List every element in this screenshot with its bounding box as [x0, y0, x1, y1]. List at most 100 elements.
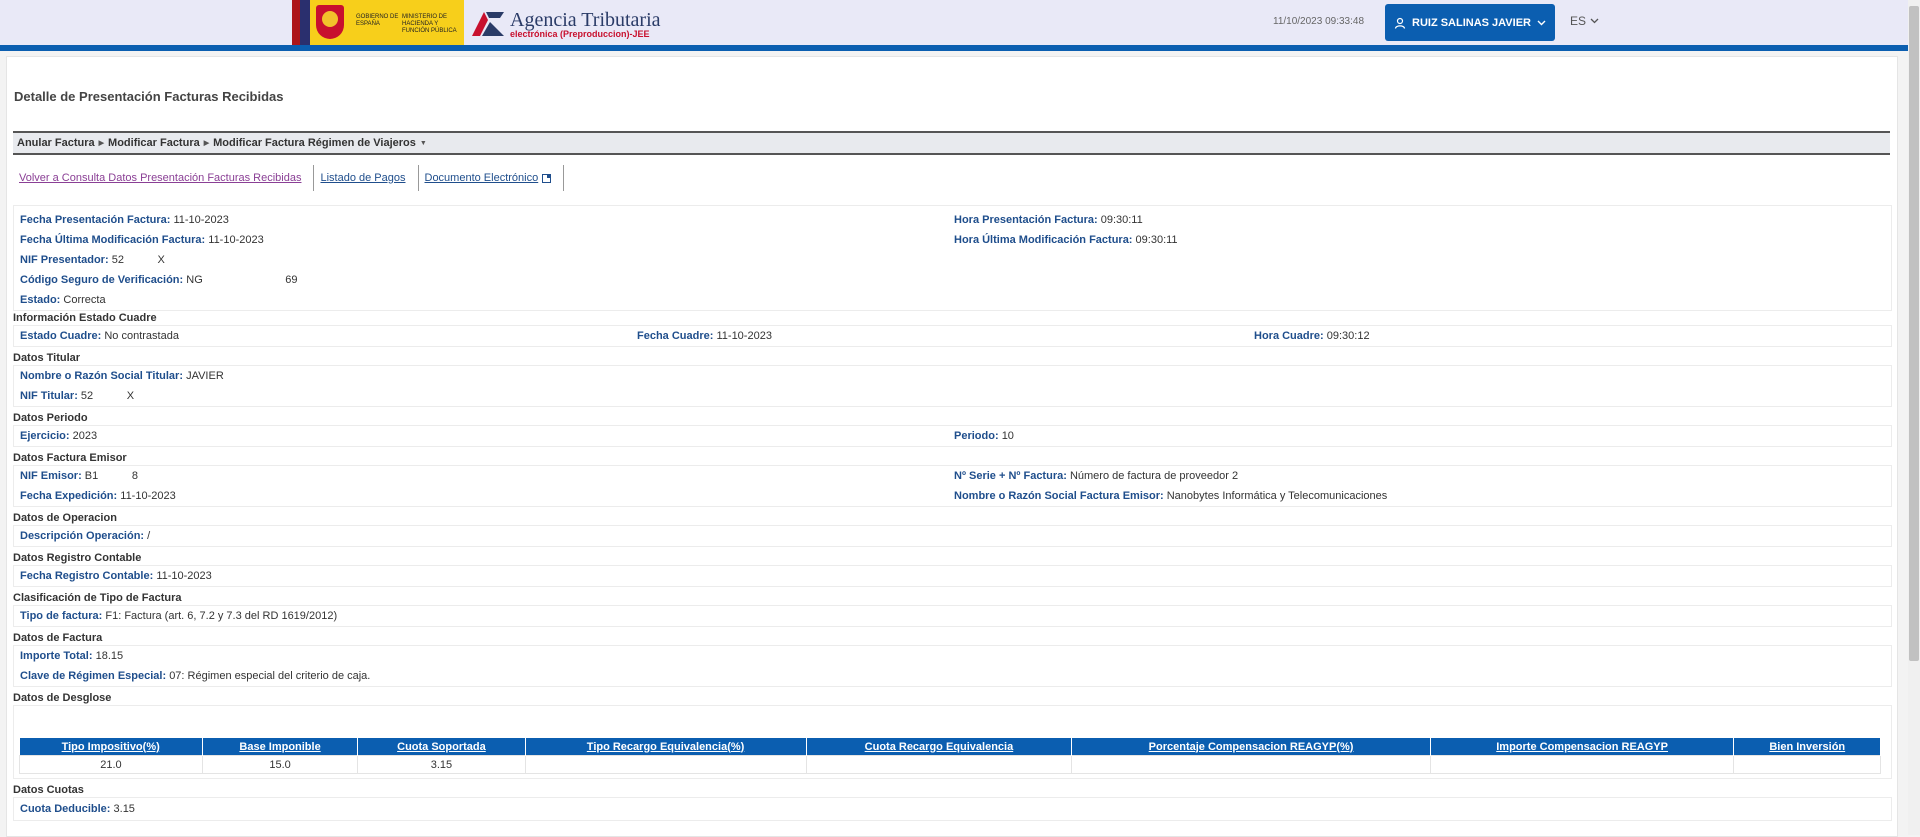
page-title: Detalle de Presentación Facturas Recibid… [14, 89, 284, 104]
field-label: Tipo de factura: [20, 610, 103, 622]
estado-cuadre-row: Estado Cuadre: No contrastada [20, 330, 179, 342]
section-title-clasificacion: Clasificación de Tipo de Factura [13, 592, 182, 604]
table-row: 21.0 15.0 3.15 [19, 755, 1881, 774]
electronic-document-link[interactable]: Documento Electrónico [419, 165, 565, 191]
chevron-down-icon [1590, 18, 1599, 24]
government-logo[interactable]: Gobierno de España Ministerio de Haciend… [292, 0, 464, 45]
ministry-text: Ministerio de Hacienda y Función Pública [402, 14, 457, 34]
field-value: 2023 [72, 430, 98, 442]
column-header[interactable]: Bien Inversión [1733, 738, 1881, 756]
field-value: / [147, 530, 151, 542]
gov-text: Gobierno de España [356, 14, 399, 27]
nif-titular-row: NIF Titular: 52 X [20, 390, 134, 402]
anular-factura-action[interactable]: Anular Factura ▶ [13, 137, 104, 149]
general-info-box: Fecha Presentación Factura: 11-10-2023 H… [13, 205, 1892, 311]
field-label: Descripción Operación: [20, 530, 145, 542]
column-header[interactable]: Importe Compensacion REAGYP [1430, 738, 1735, 756]
back-to-query-link[interactable]: Volver a Consulta Datos Presentación Fac… [13, 165, 315, 191]
fecha-modificacion-row: Fecha Última Modificación Factura: 11-10… [20, 234, 264, 246]
field-label: Hora Cuadre: [1254, 330, 1324, 342]
section-title-titular: Datos Titular [13, 352, 81, 364]
field-label: Cuota Deducible: [20, 803, 111, 815]
user-menu-button[interactable]: RUIZ SALINAS JAVIER [1385, 4, 1555, 41]
field-label: Clave de Régimen Especial: [20, 670, 167, 682]
field-value: JAVIER [186, 370, 224, 382]
nif-presentador-row: NIF Presentador: 52 X [20, 254, 165, 266]
table-cell: 3.15 [357, 755, 526, 774]
field-value: Número de factura de proveedor 2 [1069, 470, 1239, 482]
serie-factura-row: Nº Serie + Nº Factura: Número de factura… [954, 470, 1238, 482]
field-label: Fecha Expedición: [20, 490, 118, 502]
clasificacion-box: Tipo de factura: F1: Factura (art. 6, 7.… [13, 605, 1892, 627]
field-label: NIF Titular: [20, 390, 78, 402]
field-value: F1: Factura (art. 6, 7.2 y 7.3 del RD 16… [105, 610, 338, 622]
fecha-expedicion-row: Fecha Expedición: 11-10-2023 [20, 490, 176, 502]
factura-box: Importe Total: 18.15 Clave de Régimen Es… [13, 645, 1892, 687]
field-value: 52 X [80, 390, 135, 402]
user-name: RUIZ SALINAS JAVIER [1412, 16, 1531, 29]
flag-stripe [292, 0, 300, 45]
language-selector[interactable]: ES [1570, 14, 1599, 28]
estado-row: Estado: Correcta [20, 294, 106, 306]
modificar-factura-viajeros-action[interactable]: Modificar Factura Régimen de Viajeros ▼ [209, 137, 427, 149]
operacion-box: Descripción Operación: / [13, 525, 1892, 547]
hora-cuadre-row: Hora Cuadre: 09:30:12 [1254, 330, 1370, 342]
fecha-registro-row: Fecha Registro Contable: 11-10-2023 [20, 570, 212, 582]
vertical-scrollbar[interactable] [1908, 0, 1920, 835]
session-datetime: 11/10/2023 09:33:48 [1273, 16, 1365, 27]
field-label: Hora Presentación Factura: [954, 214, 1098, 226]
table-cell: 15.0 [201, 755, 359, 774]
payments-list-link[interactable]: Listado de Pagos [314, 165, 419, 191]
field-label: NIF Presentador: [20, 254, 109, 266]
field-value: NG 69 [186, 274, 298, 286]
field-label: NIF Emisor: [20, 470, 82, 482]
field-value: 10 [1001, 430, 1014, 442]
agencia-tributaria-mark-icon [472, 12, 504, 36]
agency-subtitle: electrónica (Preproduccion)-JEE [510, 29, 650, 39]
field-value: 07: Régimen especial del criterio de caj… [169, 670, 371, 682]
section-title-operacion: Datos de Operacion [13, 512, 117, 524]
importe-total-row: Importe Total: 18.15 [20, 650, 123, 662]
section-title-desglose: Datos de Desglose [13, 692, 112, 704]
titular-box: Nombre o Razón Social Titular: JAVIER NI… [13, 365, 1892, 407]
column-header[interactable]: Porcentaje Compensacion REAGYP(%) [1071, 738, 1431, 756]
agencia-tributaria-logo[interactable]: Agencia Tributaria electrónica (Preprodu… [470, 0, 670, 45]
ejercicio-row: Ejercicio: 2023 [20, 430, 97, 442]
column-header[interactable]: Cuota Recargo Equivalencia [806, 738, 1073, 756]
field-label: Estado Cuadre: [20, 330, 102, 342]
field-value: Correcta [63, 294, 106, 306]
table-header-row: Tipo Impositivo(%) Base Imponible Cuota … [19, 738, 1881, 756]
navigation-links: Volver a Consulta Datos Presentación Fac… [13, 165, 565, 191]
field-label: Nº Serie + Nº Factura: [954, 470, 1067, 482]
cuota-deducible-row: Cuota Deducible: 3.15 [20, 803, 135, 815]
chevron-down-icon [1537, 20, 1546, 25]
table-cell [805, 755, 1073, 774]
table-cell [1733, 755, 1881, 774]
field-label: Fecha Presentación Factura: [20, 214, 171, 226]
field-value: 18.15 [95, 650, 124, 662]
field-value: 11-10-2023 [156, 570, 212, 582]
column-header[interactable]: Cuota Soportada [357, 738, 526, 756]
section-title-registro: Datos Registro Contable [13, 552, 142, 564]
field-label: Estado: [20, 294, 61, 306]
table-cell [1071, 755, 1431, 774]
scrollbar-thumb[interactable] [1909, 6, 1919, 661]
field-value: B1 8 [84, 470, 138, 482]
external-link-icon [542, 173, 552, 183]
tipo-factura-row: Tipo de factura: F1: Factura (art. 6, 7.… [20, 610, 337, 622]
column-header[interactable]: Base Imponible [202, 738, 359, 756]
field-value: 3.15 [113, 803, 135, 815]
csv-row: Código Seguro de Verificación: NG 69 [20, 274, 298, 286]
top-header: Gobierno de España Ministerio de Haciend… [0, 0, 1908, 51]
field-value: No contrastada [104, 330, 179, 342]
arrow-down-icon: ▼ [419, 139, 427, 147]
modificar-factura-action[interactable]: Modificar Factura ▶ [104, 137, 209, 149]
column-header[interactable]: Tipo Recargo Equivalencia(%) [525, 738, 807, 756]
section-title-emisor: Datos Factura Emisor [13, 452, 127, 464]
table-cell [1429, 755, 1735, 774]
link-label: Documento Electrónico [424, 172, 539, 184]
column-header[interactable]: Tipo Impositivo(%) [19, 738, 203, 756]
table-cell: 21.0 [19, 755, 203, 774]
field-label: Hora Última Modificación Factura: [954, 234, 1133, 246]
field-label: Nombre o Razón Social Titular: [20, 370, 183, 382]
